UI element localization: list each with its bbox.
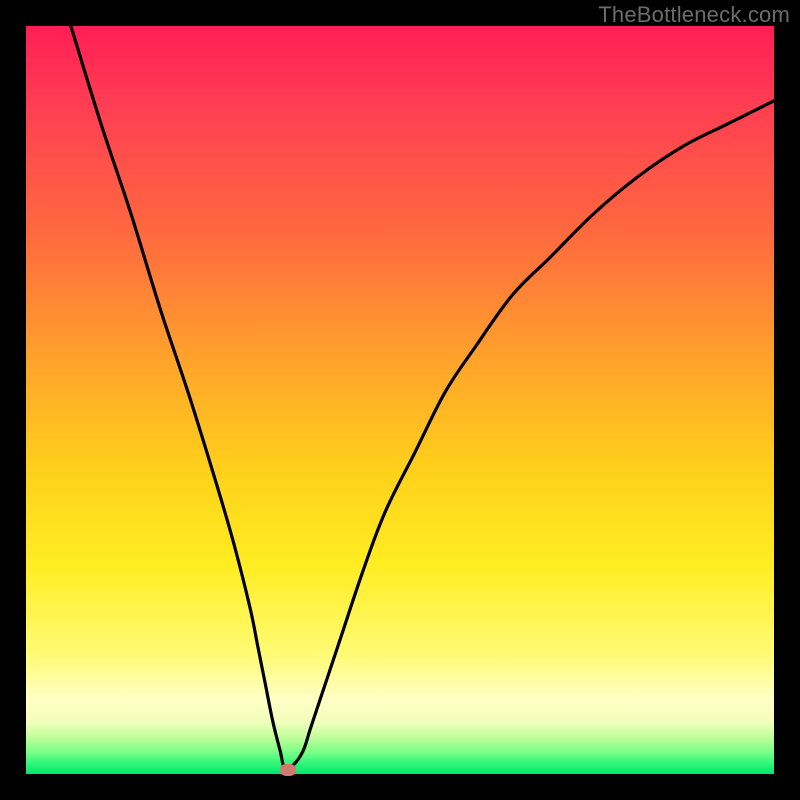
- chart-frame: TheBottleneck.com: [0, 0, 800, 800]
- bottleneck-curve: [71, 26, 774, 769]
- plot-area: [26, 26, 774, 774]
- optimum-marker: [280, 764, 296, 776]
- curve-svg: [26, 26, 774, 774]
- watermark-text: TheBottleneck.com: [598, 2, 790, 28]
